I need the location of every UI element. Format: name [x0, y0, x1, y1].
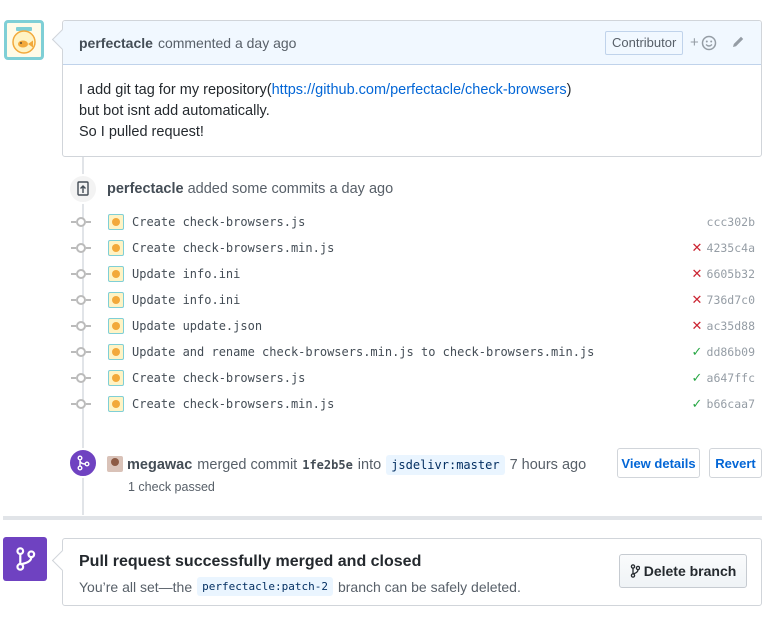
- delete-branch-label: Delete branch: [643, 563, 737, 579]
- merge-into: into: [357, 457, 382, 473]
- source-branch-tag[interactable]: perfectacle:patch-2: [197, 577, 333, 596]
- commit-row: Update and rename check-browsers.min.js …: [71, 339, 762, 365]
- commit-dot-icon: [71, 269, 91, 279]
- merged-status-icon: [3, 537, 47, 581]
- merge-event-badge: [68, 448, 98, 478]
- commit-avatar[interactable]: [108, 318, 124, 334]
- merge-author[interactable]: megawac: [127, 457, 192, 473]
- success-check-icon[interactable]: ✓: [690, 344, 704, 360]
- commit-event-author[interactable]: perfectacle: [107, 181, 184, 197]
- plus-label: +: [690, 34, 699, 51]
- commit-message[interactable]: Update info.ini: [132, 267, 240, 281]
- timeline-divider: [3, 516, 762, 520]
- commit-sha[interactable]: 6605b32: [707, 267, 755, 281]
- commit-dot-icon: [71, 399, 91, 409]
- commit-dot-icon: [71, 295, 91, 305]
- commit-event-text: perfectacle added some commits a day ago: [107, 181, 393, 197]
- merged-status-box: Pull request successfully merged and clo…: [62, 538, 762, 606]
- success-check-icon[interactable]: ✓: [690, 396, 704, 412]
- pencil-icon: [733, 36, 744, 47]
- commit-message[interactable]: Update info.ini: [132, 293, 240, 307]
- comment-box: perfectacle commented a day ago Contribu…: [62, 20, 762, 157]
- commit-row: Create check-browsers.js ccc302b: [71, 209, 762, 235]
- checks-status[interactable]: 1 check passed: [128, 480, 215, 494]
- repository-link[interactable]: https://github.com/perfectacle/check-bro…: [272, 82, 567, 98]
- commit-message[interactable]: Create check-browsers.js: [132, 215, 305, 229]
- merger-avatar[interactable]: [107, 456, 123, 472]
- fishbowl-icon: [12, 27, 36, 54]
- revert-button[interactable]: Revert: [709, 448, 762, 478]
- commit-row: Update info.ini ✕ 6605b32: [71, 261, 762, 287]
- commit-sha[interactable]: dd86b09: [707, 345, 755, 359]
- commit-sha[interactable]: ccc302b: [707, 215, 755, 229]
- commit-message[interactable]: Create check-browsers.min.js: [132, 241, 334, 255]
- fail-x-icon[interactable]: ✕: [690, 240, 704, 256]
- delete-branch-button[interactable]: Delete branch: [619, 554, 747, 588]
- repo-push-icon: [77, 181, 89, 196]
- git-branch-icon: [630, 564, 640, 578]
- comment-author[interactable]: perfectacle: [79, 35, 153, 51]
- commit-avatar[interactable]: [108, 396, 124, 412]
- comment-line-2: but bot isnt add automatically.: [79, 103, 270, 119]
- merge-event-text: megawac merged commit 1fe2b5e into jsdel…: [127, 455, 586, 475]
- commit-dot-icon: [71, 217, 91, 227]
- comment-text-suffix: ): [566, 82, 572, 98]
- git-merge-icon: [16, 547, 36, 571]
- contributor-badge: Contributor: [605, 31, 684, 55]
- commit-dot-icon: [71, 347, 91, 357]
- fail-x-icon[interactable]: ✕: [690, 292, 704, 308]
- edit-comment-button[interactable]: [730, 34, 746, 53]
- commit-sha[interactable]: b66caa7: [707, 397, 755, 411]
- commit-message[interactable]: Create check-browsers.js: [132, 371, 305, 385]
- commit-avatar[interactable]: [108, 344, 124, 360]
- commit-sha[interactable]: 4235c4a: [707, 241, 755, 255]
- success-check-icon[interactable]: ✓: [690, 370, 704, 386]
- merged-sub-prefix: You’re all set—the: [79, 578, 193, 595]
- fail-x-icon[interactable]: ✕: [690, 266, 704, 282]
- commit-dot-icon: [71, 243, 91, 253]
- commit-avatar[interactable]: [108, 240, 124, 256]
- commit-message[interactable]: Update update.json: [132, 319, 262, 333]
- commit-row: Create check-browsers.min.js ✕ 4235c4a: [71, 235, 762, 261]
- commit-message[interactable]: Update and rename check-browsers.min.js …: [132, 345, 594, 359]
- merged-title: Pull request successfully merged and clo…: [79, 553, 422, 570]
- commit-dot-icon: [71, 373, 91, 383]
- commit-sha[interactable]: ac35d88: [707, 319, 755, 333]
- commit-avatar[interactable]: [108, 292, 124, 308]
- commit-avatar[interactable]: [108, 370, 124, 386]
- commit-sha[interactable]: a647ffc: [707, 371, 755, 385]
- view-details-button[interactable]: View details: [617, 448, 700, 478]
- comment-header: perfectacle commented a day ago Contribu…: [63, 21, 761, 65]
- target-branch-tag[interactable]: jsdelivr:master: [386, 455, 505, 475]
- commit-sha[interactable]: 736d7c0: [707, 293, 755, 307]
- commit-row: Create check-browsers.min.js ✓ b66caa7: [71, 391, 762, 417]
- merged-sub-suffix: branch can be safely deleted.: [337, 578, 521, 595]
- smiley-icon: [701, 35, 717, 50]
- commit-row: Create check-browsers.js ✓ a647ffc: [71, 365, 762, 391]
- commit-event-desc: added some commits a day ago: [187, 181, 394, 197]
- comment-body: I add git tag for my repository(https://…: [63, 65, 761, 158]
- merge-commit-sha[interactable]: 1fe2b5e: [302, 458, 353, 472]
- add-reaction-button[interactable]: +: [690, 34, 717, 51]
- merge-action: merged commit: [197, 457, 298, 473]
- comment-line-3: So I pulled request!: [79, 124, 204, 140]
- commit-event-badge: [68, 174, 98, 204]
- comment-meta[interactable]: commented a day ago: [158, 35, 297, 51]
- git-merge-icon: [77, 455, 90, 471]
- author-avatar[interactable]: [4, 20, 44, 60]
- commit-row: Update info.ini ✕ 736d7c0: [71, 287, 762, 313]
- commit-message[interactable]: Create check-browsers.min.js: [132, 397, 334, 411]
- merged-subtitle: You’re all set—the perfectacle:patch-2 b…: [79, 577, 521, 596]
- fail-x-icon[interactable]: ✕: [690, 318, 704, 334]
- comment-text-prefix: I add git tag for my repository(: [79, 82, 272, 98]
- commit-row: Update update.json ✕ ac35d88: [71, 313, 762, 339]
- commit-dot-icon: [71, 321, 91, 331]
- commit-avatar[interactable]: [108, 214, 124, 230]
- merge-time[interactable]: 7 hours ago: [510, 457, 587, 473]
- commit-avatar[interactable]: [108, 266, 124, 282]
